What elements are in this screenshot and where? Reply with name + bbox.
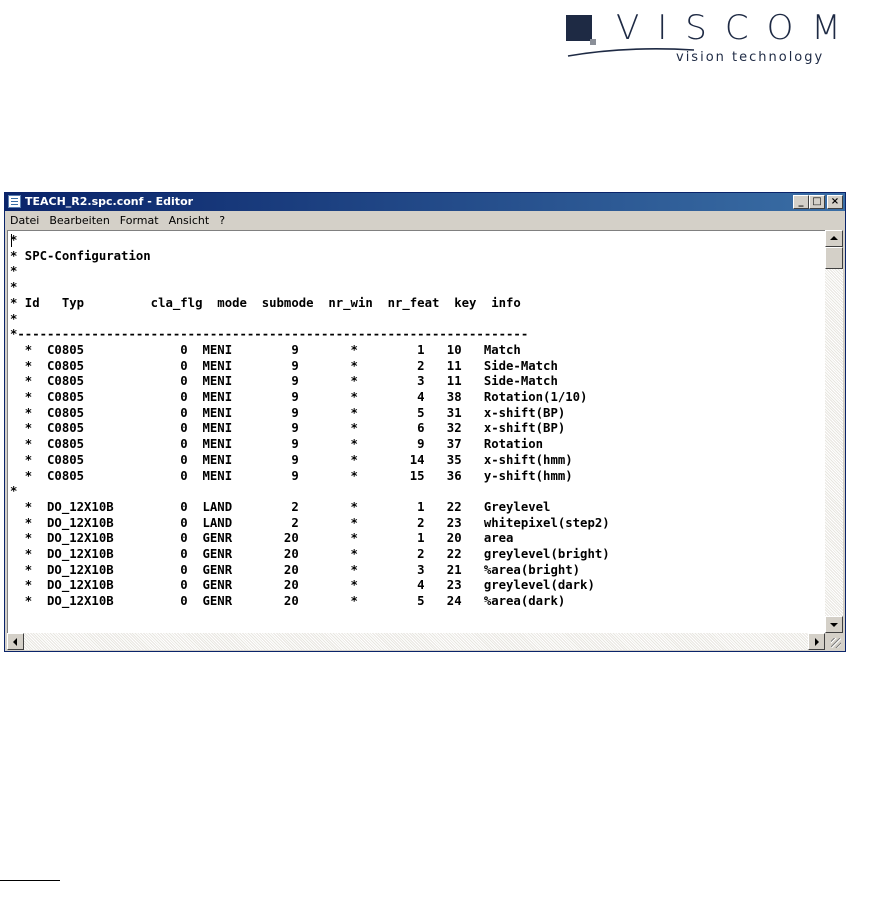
menu-bearbeiten[interactable]: Bearbeiten xyxy=(44,214,114,227)
maximize-button[interactable]: □ xyxy=(809,195,825,209)
footnote-divider xyxy=(0,880,60,881)
config-file-content[interactable]: * * SPC-Configuration * * * Id Typ cla_f… xyxy=(8,231,826,610)
text-editor-area[interactable]: * * SPC-Configuration * * * Id Typ cla_f… xyxy=(7,230,826,634)
viscom-logo: VISCOM vision technology xyxy=(566,8,886,68)
close-button[interactable]: × xyxy=(827,195,843,209)
scroll-left-button[interactable] xyxy=(7,633,24,650)
vertical-scroll-thumb[interactable] xyxy=(825,247,843,269)
scroll-down-button[interactable] xyxy=(825,616,843,633)
window-controls: _ □ × xyxy=(793,195,843,209)
notepad-icon xyxy=(8,195,21,208)
menu-help[interactable]: ? xyxy=(214,214,230,227)
vertical-scrollbar[interactable] xyxy=(825,230,843,633)
arrow-left-icon xyxy=(13,638,17,646)
minimize-button[interactable]: _ xyxy=(793,195,809,209)
logo-square-mark xyxy=(566,15,596,45)
logo-tagline: vision technology xyxy=(676,50,825,65)
title-bar[interactable]: TEACH_R2.spc.conf - Editor _ □ × xyxy=(5,193,845,211)
scroll-up-button[interactable] xyxy=(825,230,843,247)
menu-datei[interactable]: Datei xyxy=(5,214,44,227)
horizontal-scrollbar[interactable] xyxy=(7,633,825,650)
menu-ansicht[interactable]: Ansicht xyxy=(164,214,215,227)
arrow-up-icon xyxy=(830,236,838,240)
menu-format[interactable]: Format xyxy=(115,214,164,227)
arrow-down-icon xyxy=(830,623,838,627)
window-title: TEACH_R2.spc.conf - Editor xyxy=(25,195,194,208)
editor-window: TEACH_R2.spc.conf - Editor _ □ × Datei B… xyxy=(4,192,846,652)
arrow-right-icon xyxy=(815,638,819,646)
menu-bar: Datei Bearbeiten Format Ansicht ? xyxy=(5,211,845,229)
scroll-right-button[interactable] xyxy=(808,633,825,650)
text-caret xyxy=(11,234,12,247)
resize-grip[interactable] xyxy=(825,633,843,650)
